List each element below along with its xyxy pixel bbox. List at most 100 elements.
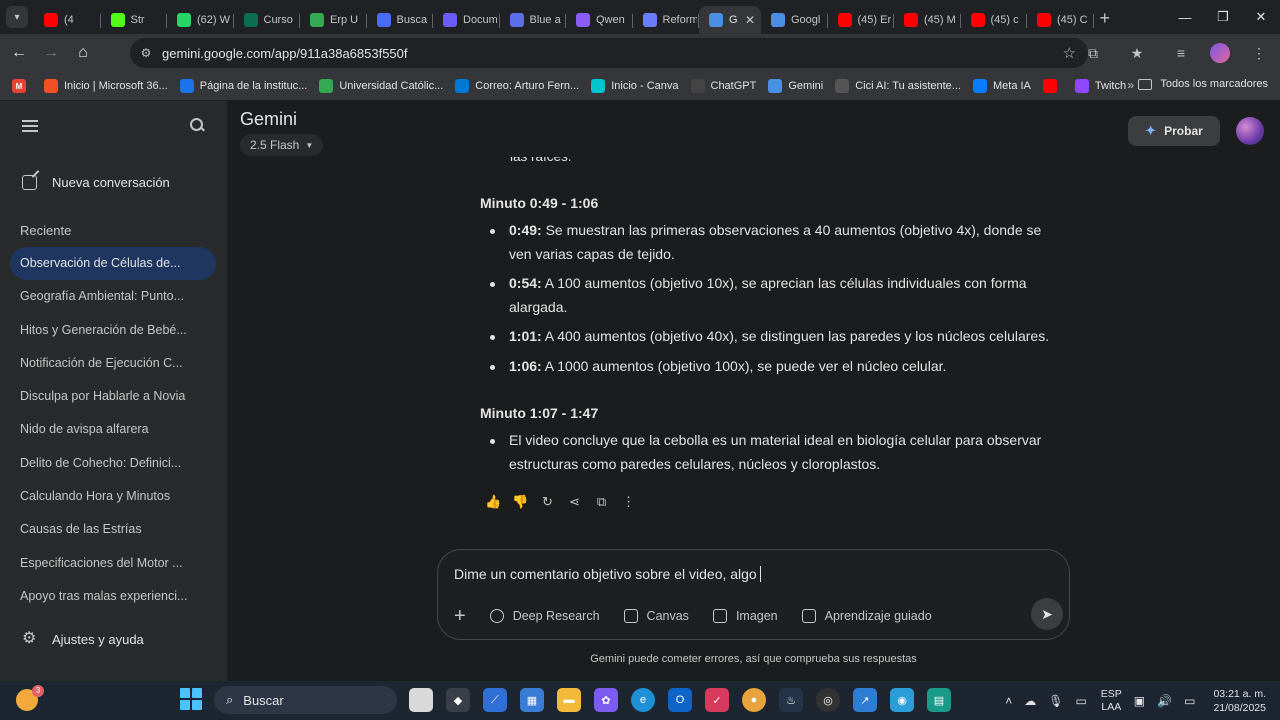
- bookmark-item[interactable]: ChatGPT: [690, 79, 756, 93]
- browser-tab[interactable]: Str: [101, 6, 168, 34]
- weather-widget-icon[interactable]: 3: [16, 685, 44, 711]
- extensions-icon[interactable]: ⧉: [1078, 38, 1108, 68]
- app-icon[interactable]: ✓: [705, 688, 729, 712]
- browser-tab[interactable]: (62) W: [167, 6, 234, 34]
- address-bar[interactable]: ⚙ gemini.google.com/app/911a38a6853f550f…: [130, 38, 1088, 68]
- chat-history-item[interactable]: Calculando Hora y Minutos: [10, 480, 216, 513]
- bookmark-gmail[interactable]: M: [12, 79, 32, 93]
- media-controls-icon[interactable]: ≡: [1166, 38, 1196, 68]
- chrome-icon[interactable]: ●: [742, 688, 766, 712]
- prompt-input[interactable]: Dime un comentario objetivo sobre el vid…: [454, 566, 761, 582]
- volume-icon[interactable]: 🔊: [1157, 694, 1172, 708]
- home-button[interactable]: ⌂: [68, 38, 98, 68]
- settings-help-button[interactable]: ⚙ Ajustes y ayuda: [22, 631, 144, 647]
- bookmark-item[interactable]: Gemini: [768, 79, 823, 93]
- chat-history-item[interactable]: Geografía Ambiental: Punto...: [10, 280, 216, 313]
- browser-tab[interactable]: (4: [34, 6, 101, 34]
- minimize-button[interactable]: —: [1166, 0, 1204, 34]
- bookmark-item[interactable]: Twitch: [1074, 79, 1126, 93]
- site-info-icon[interactable]: ⚙: [138, 45, 154, 61]
- back-button[interactable]: ←: [4, 38, 34, 68]
- taskbar-search[interactable]: ⌕ Buscar: [214, 686, 397, 714]
- browser-tab[interactable]: Busca: [367, 6, 434, 34]
- tool-guided-learning[interactable]: Aprendizaje guiado: [801, 609, 932, 623]
- browser-tab[interactable]: Docum: [433, 6, 500, 34]
- new-chat-button[interactable]: Nueva conversación: [22, 175, 170, 190]
- account-avatar[interactable]: [1236, 117, 1264, 145]
- steam-icon[interactable]: ♨: [779, 688, 803, 712]
- browser-tab[interactable]: Curso: [234, 6, 301, 34]
- menu-icon[interactable]: [22, 120, 38, 135]
- add-attachment-icon[interactable]: +: [454, 606, 466, 626]
- windows-start-icon[interactable]: [180, 688, 202, 710]
- bookmark-item[interactable]: [1042, 79, 1063, 93]
- app-icon[interactable]: ◉: [890, 688, 914, 712]
- microphone-icon[interactable]: 🎙: [1048, 694, 1063, 708]
- app-icon[interactable]: ◎: [816, 688, 840, 712]
- file-explorer-icon[interactable]: ▬: [557, 688, 581, 712]
- chat-history-item[interactable]: Causas de las Estrías: [10, 513, 216, 546]
- prompt-composer[interactable]: Dime un comentario objetivo sobre el vid…: [437, 549, 1070, 640]
- profile-avatar[interactable]: [1210, 43, 1230, 63]
- chat-history-item[interactable]: Observación de Células de...: [10, 247, 216, 281]
- chevron-up-icon[interactable]: ˄: [1005, 694, 1012, 708]
- forward-button[interactable]: →: [36, 38, 66, 68]
- chat-history-item[interactable]: Hitos y Generación de Bebé...: [10, 314, 216, 347]
- app-icon[interactable]: ↗: [853, 688, 877, 712]
- browser-tab[interactable]: Qwen: [566, 6, 633, 34]
- browser-tab[interactable]: (45) C: [1027, 6, 1094, 34]
- browser-menu-icon[interactable]: ⋮: [1244, 38, 1274, 68]
- copilot-icon[interactable]: ✿: [594, 688, 618, 712]
- tool-image[interactable]: Imagen: [712, 609, 778, 623]
- search-icon[interactable]: [190, 118, 204, 132]
- bookmark-item[interactable]: Meta IA: [972, 79, 1031, 93]
- thumbs-down-icon[interactable]: 👎: [507, 493, 534, 511]
- chat-history-item[interactable]: Nido de avispa alfarera: [10, 413, 216, 446]
- bookmark-item[interactable]: Cici AI: Tu asistente...: [835, 79, 961, 93]
- battery-icon[interactable]: ▭: [1184, 694, 1195, 708]
- bookmark-item[interactable]: Inicio - Canva: [591, 79, 679, 93]
- app-icon[interactable]: ◆: [446, 688, 470, 712]
- maximize-button[interactable]: ❐: [1204, 0, 1242, 34]
- outlook-icon[interactable]: O: [668, 688, 692, 712]
- notepad-icon[interactable]: ▤: [927, 688, 951, 712]
- browser-tab[interactable]: Googl: [761, 6, 828, 34]
- bookmark-item[interactable]: Correo: Arturo Fern...: [455, 79, 579, 93]
- tab-active[interactable]: G ✕: [699, 6, 761, 34]
- thumbs-up-icon[interactable]: 👍: [480, 493, 507, 511]
- chat-history-item[interactable]: Especificaciones del Motor ...: [10, 547, 216, 580]
- chat-history-item[interactable]: Delito de Cohecho: Definici...: [10, 447, 216, 480]
- clock[interactable]: 03:21 a. m. 21/08/2025: [1213, 687, 1266, 715]
- close-tab-icon[interactable]: ✕: [745, 13, 755, 27]
- bookmark-item[interactable]: Página de la instituc...: [179, 79, 307, 93]
- new-tab-button[interactable]: +: [1100, 8, 1111, 29]
- edge-icon[interactable]: e: [631, 688, 655, 712]
- more-options-icon[interactable]: ⋮: [615, 493, 642, 511]
- chat-history-item[interactable]: Notificación de Ejecución C...: [10, 347, 216, 380]
- browser-tab[interactable]: (45) M: [894, 6, 961, 34]
- browser-tab[interactable]: Blue a: [500, 6, 567, 34]
- chat-history-item[interactable]: Apoyo tras malas experienci...: [10, 580, 216, 613]
- tool-deep-research[interactable]: Deep Research: [489, 609, 600, 623]
- tool-canvas[interactable]: Canvas: [623, 609, 689, 623]
- try-button[interactable]: ✦ Probar: [1128, 116, 1220, 146]
- tab-search-button[interactable]: ▾: [6, 6, 28, 28]
- network-icon[interactable]: ▣: [1134, 694, 1145, 708]
- regenerate-icon[interactable]: ↻: [534, 493, 561, 511]
- onedrive-icon[interactable]: ☁: [1024, 694, 1036, 708]
- store-icon[interactable]: ▦: [520, 688, 544, 712]
- language-indicator[interactable]: ESP LAA: [1101, 688, 1122, 714]
- share-icon[interactable]: ⋖: [561, 493, 588, 511]
- bookmark-item[interactable]: Inicio | Microsoft 36...: [44, 79, 168, 93]
- bookmark-item[interactable]: Universidad Católic...: [319, 79, 443, 93]
- close-window-button[interactable]: ✕: [1242, 0, 1280, 34]
- browser-tab[interactable]: (45) Er: [828, 6, 895, 34]
- chat-history-item[interactable]: Disculpa por Hablarle a Novia: [10, 380, 216, 413]
- bookmarks-icon[interactable]: ★: [1122, 38, 1152, 68]
- copy-icon[interactable]: ⧉: [588, 493, 615, 511]
- browser-tab[interactable]: Reform: [633, 6, 700, 34]
- browser-tab[interactable]: (45) c: [961, 6, 1028, 34]
- more-bookmarks-icon[interactable]: »: [1127, 78, 1134, 92]
- task-view-icon[interactable]: [409, 688, 433, 712]
- app-icon[interactable]: ⟋: [483, 688, 507, 712]
